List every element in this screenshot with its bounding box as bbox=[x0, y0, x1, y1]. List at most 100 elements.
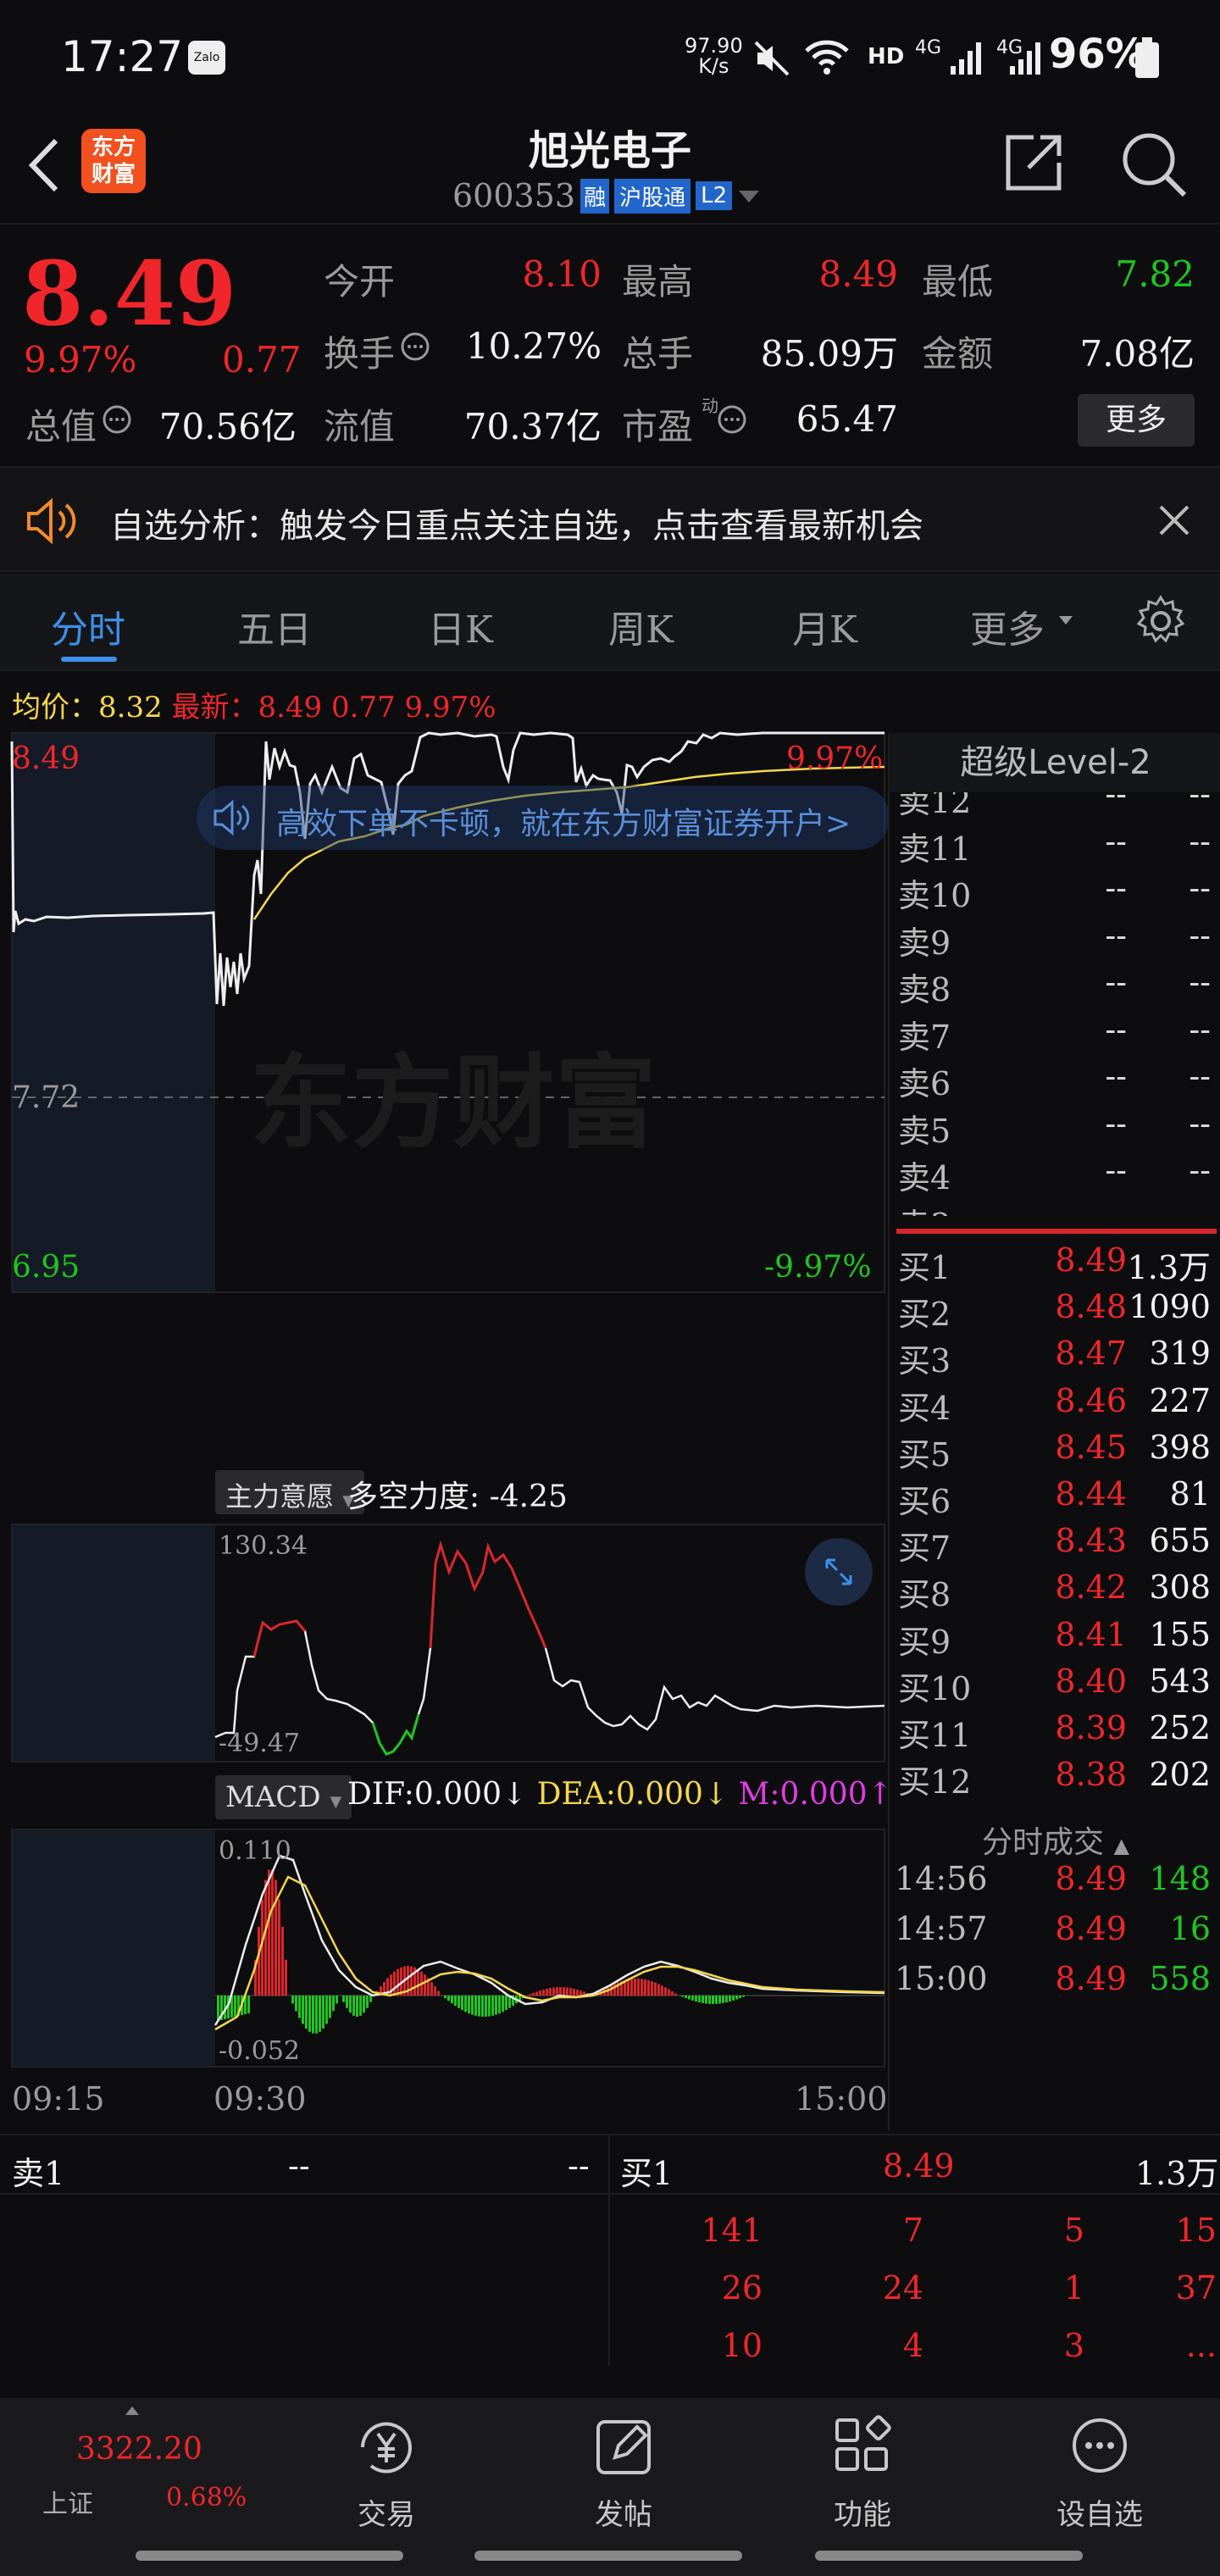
indicator-selector[interactable]: 主力意愿 ▼ bbox=[215, 1470, 365, 1514]
orderbook-row[interactable]: 卖4 -- -- bbox=[890, 1152, 1216, 1198]
macd-bar bbox=[305, 1996, 308, 2029]
macd-bar bbox=[576, 1989, 579, 1996]
orderbook-row[interactable]: 买12 8.38 202 bbox=[890, 1756, 1216, 1802]
macd-bar bbox=[549, 1988, 552, 1996]
nav-post[interactable]: 发帖 bbox=[539, 2415, 708, 2533]
top-pct-label: 9.97% bbox=[786, 741, 884, 776]
macd-bar bbox=[481, 1996, 484, 2017]
orderbook-row[interactable]: 买8 8.42 308 bbox=[890, 1568, 1216, 1615]
trades-header[interactable]: 分时成交 ▲ bbox=[890, 1818, 1220, 1862]
battery-percent: 96% bbox=[1049, 31, 1146, 78]
orderbook-row[interactable]: 买1 8.49 1.3万 bbox=[890, 1241, 1216, 1288]
l2-badge: L2 bbox=[696, 181, 733, 210]
macd-bar bbox=[708, 1996, 711, 2004]
orderbook-panel: 超级Level-2 卖12 -- -- 卖11 -- -- 卖10 -- -- 卖9 -- -- 卖8 -… bbox=[888, 733, 1220, 2131]
queue-cell: 3 bbox=[1063, 2327, 1084, 2364]
trade-row: 14:57 8.49 16 bbox=[890, 1910, 1216, 1957]
orderbook-row[interactable]: 卖5 -- -- bbox=[890, 1105, 1216, 1152]
macd-bar bbox=[668, 1989, 670, 1996]
orderbook-row[interactable]: 买9 8.41 155 bbox=[890, 1616, 1216, 1663]
orderbook-row[interactable]: 卖12 -- -- bbox=[890, 792, 1216, 822]
macd-bar bbox=[569, 1988, 572, 1996]
orderbook-row[interactable]: 买2 8.48 1090 bbox=[890, 1288, 1216, 1335]
orderbook-row[interactable]: 卖11 -- -- bbox=[890, 823, 1216, 869]
orderbook-row[interactable]: 卖3 -- -- bbox=[890, 1199, 1216, 1217]
orderbook-row[interactable]: 卖8 -- -- bbox=[890, 963, 1216, 1010]
orderbook-title[interactable]: 超级Level-2 bbox=[890, 733, 1220, 792]
macd-bar bbox=[336, 1996, 338, 2004]
macd-bar bbox=[264, 1879, 267, 1996]
orderbook-row[interactable]: 卖10 -- -- bbox=[890, 869, 1216, 916]
orderbook-row[interactable]: 买11 8.39 252 bbox=[890, 1709, 1216, 1756]
ad-overlay[interactable]: 高效下单不卡顿，就在东方财富证券开户> bbox=[197, 786, 890, 850]
macd-bar bbox=[634, 1979, 636, 1996]
orderbook-volume: 1090 bbox=[1128, 1288, 1211, 1326]
tab-five-day[interactable]: 五日 bbox=[237, 599, 312, 653]
tab-week-k[interactable]: 周K bbox=[608, 599, 674, 653]
nav-add-watch-label: 设自选 bbox=[1056, 2498, 1143, 2532]
macd-selector[interactable]: MACD ▼ bbox=[215, 1775, 352, 1819]
nav-add-watch[interactable]: 设自选 bbox=[1015, 2415, 1184, 2533]
orderbook-level: 买11 bbox=[898, 1717, 972, 1754]
orderbook-row[interactable]: 买7 8.43 655 bbox=[890, 1522, 1216, 1568]
nav-trade[interactable]: 交易 bbox=[302, 2415, 471, 2533]
share-icon[interactable] bbox=[1000, 129, 1068, 197]
orderbook-row[interactable]: 卖6 -- -- bbox=[890, 1058, 1216, 1104]
macd-bar bbox=[535, 1991, 538, 1996]
orderbook-row[interactable]: 买5 8.45 398 bbox=[890, 1429, 1216, 1475]
tab-month-k[interactable]: 月K bbox=[792, 599, 857, 653]
macd-bar bbox=[271, 1869, 274, 1996]
edit-icon bbox=[596, 2420, 651, 2474]
orderbook-row[interactable]: 卖9 -- -- bbox=[890, 917, 1216, 963]
orderbook-price: 8.41 bbox=[1055, 1615, 1127, 1653]
system-nav-bar-right[interactable] bbox=[815, 2551, 1083, 2561]
orderbook-row[interactable]: 买4 8.46 227 bbox=[890, 1382, 1216, 1429]
analysis-banner[interactable]: 自选分析：触发今日重点关注自选，点击查看最新机会 bbox=[0, 466, 1220, 572]
index-value[interactable]: 3322.20 bbox=[76, 2432, 202, 2467]
expand-button[interactable] bbox=[805, 1538, 873, 1606]
search-icon[interactable] bbox=[1118, 129, 1190, 200]
quote-panel: 8.49 9.97% 0.77 今开 8.10 最高 8.49 最低 7.82 … bbox=[0, 226, 1220, 464]
macd-bar bbox=[434, 1986, 436, 1996]
orderbook-level: 买5 bbox=[898, 1435, 951, 1474]
system-nav-bar-left[interactable] bbox=[136, 2551, 403, 2561]
macd-bar bbox=[742, 1996, 745, 1997]
macd-bar bbox=[369, 1996, 372, 2002]
macd-bar bbox=[359, 1996, 362, 2016]
macd-bar bbox=[363, 1996, 365, 2013]
stock-code-row[interactable]: 600353 融 沪股通 L2 bbox=[452, 175, 761, 217]
system-nav-bar-center[interactable] bbox=[474, 2551, 742, 2561]
trade-volume: 558 bbox=[1149, 1960, 1211, 1997]
turnover-value: 10.27% bbox=[465, 325, 602, 367]
orderbook-level: 买8 bbox=[898, 1576, 951, 1614]
orderbook-volume: -- bbox=[1189, 1058, 1211, 1095]
orderbook-volume: -- bbox=[1189, 963, 1211, 1001]
stock-header: 东方 财富 旭光电子 600353 融 沪股通 L2 bbox=[0, 110, 1220, 225]
orderbook-level: 买7 bbox=[898, 1530, 951, 1568]
asks-list: 卖12 -- -- 卖11 -- -- 卖10 -- -- 卖9 -- -- 卖8 -- -- 卖7 -- -- 卖… bbox=[890, 792, 1220, 1216]
tab-day-k[interactable]: 日K bbox=[428, 599, 493, 653]
macd-bar bbox=[498, 1996, 501, 2014]
orderbook-row[interactable]: 卖7 -- -- bbox=[890, 1011, 1216, 1058]
close-icon[interactable] bbox=[1157, 503, 1191, 537]
nav-function[interactable]: 功能 bbox=[778, 2415, 947, 2533]
tab-intraday[interactable]: 分时 bbox=[51, 599, 125, 653]
index-pct[interactable]: 0.68% bbox=[166, 2483, 247, 2512]
orderbook-row[interactable]: 买6 8.44 81 bbox=[890, 1475, 1216, 1522]
orderbook-price: 8.40 bbox=[1055, 1662, 1127, 1700]
intraday-chart-svg[interactable]: 东方财富 bbox=[0, 674, 890, 2131]
macd-bar bbox=[661, 1985, 663, 1996]
index-name[interactable]: 上证 bbox=[42, 2483, 93, 2520]
tab-more[interactable]: 更多 bbox=[970, 599, 1045, 653]
orderbook-row[interactable]: 买10 8.40 543 bbox=[890, 1663, 1216, 1709]
macd-bar bbox=[342, 1996, 345, 2002]
status-bar: 17:27 Zalo 97.90 K/s HD 4G 4G 96% bbox=[0, 0, 1220, 110]
trade-volume: 16 bbox=[1169, 1910, 1211, 1947]
chevron-down-icon: ▼ bbox=[330, 1793, 342, 1811]
bottom-quote-table: 卖1 -- -- 买1 8.49 1.3万 141 7 5 15 26 24 1 37 10 4 3… bbox=[0, 2134, 1220, 2366]
more-button[interactable]: 更多 bbox=[1078, 394, 1195, 447]
info-icon[interactable] bbox=[400, 331, 430, 362]
macd-bar bbox=[712, 1996, 714, 2004]
orderbook-row[interactable]: 买3 8.47 319 bbox=[890, 1335, 1216, 1381]
gear-icon[interactable] bbox=[1134, 594, 1188, 648]
